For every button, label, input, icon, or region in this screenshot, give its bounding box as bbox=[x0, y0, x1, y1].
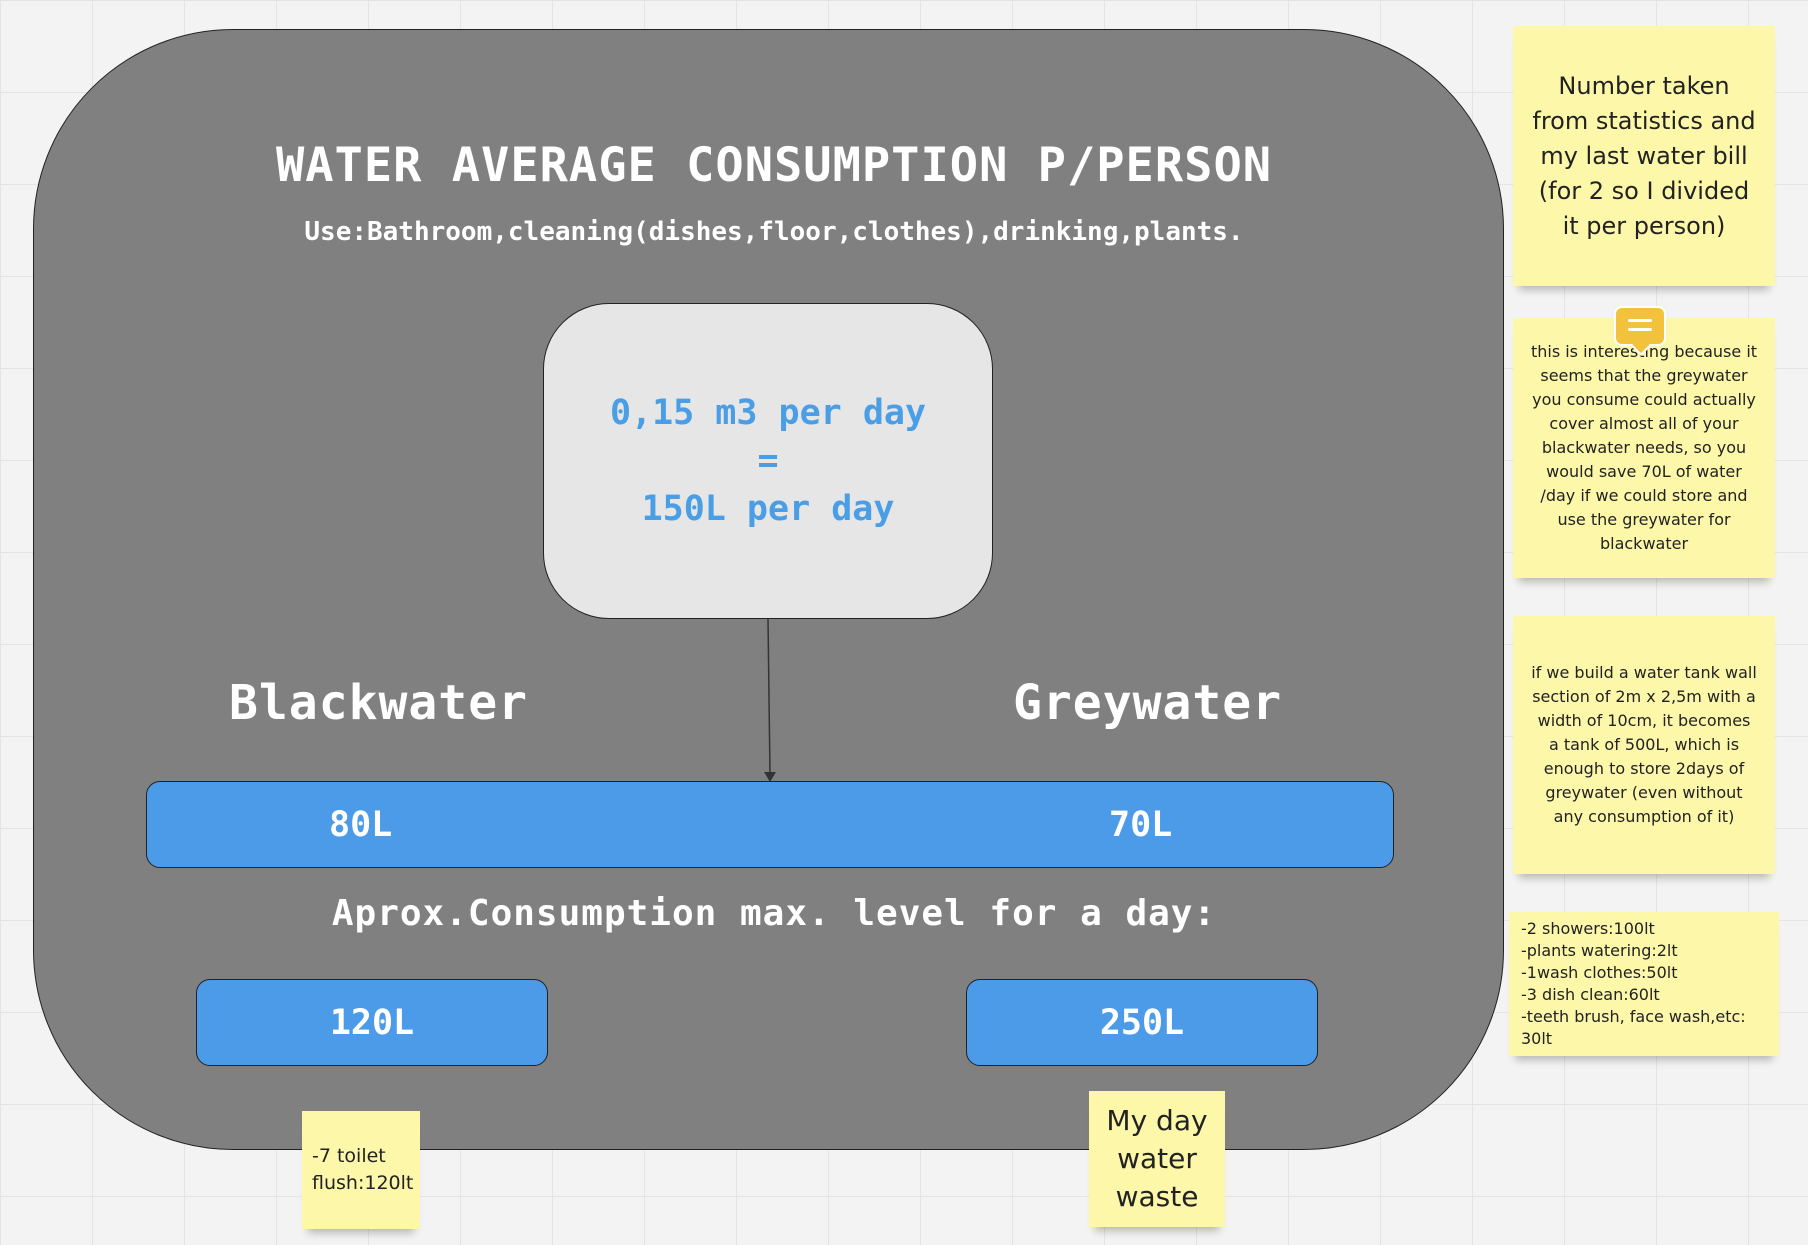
sticky-note-day-text: My day water waste bbox=[1106, 1104, 1208, 1213]
greywater-max-value: 250L bbox=[1099, 1002, 1185, 1043]
diagram-title: WATER AVERAGE CONSUMPTION P/PERSON bbox=[275, 138, 1273, 193]
sticky-note-day[interactable]: My day water waste bbox=[1089, 1091, 1225, 1227]
max-level-label: Aprox.Consumption max. level for a day: bbox=[331, 893, 1217, 934]
consumption-equals: = bbox=[757, 441, 779, 481]
comment-icon[interactable] bbox=[1614, 306, 1666, 346]
greywater-label: Greywater bbox=[1013, 675, 1283, 731]
sticky-note-tank[interactable]: if we build a water tank wall section of… bbox=[1513, 616, 1775, 874]
sticky-note-source-text: Number taken from statistics and my last… bbox=[1532, 71, 1756, 240]
greywater-value: 70L bbox=[1109, 804, 1173, 845]
consumption-m3: 0,15 m3 per day bbox=[609, 393, 927, 433]
blackwater-max-value: 120L bbox=[329, 1002, 415, 1043]
blackwater-value: 80L bbox=[329, 804, 393, 845]
sticky-note-toilet-text: -7 toilet flush:120lt bbox=[312, 1145, 414, 1194]
sticky-note-breakdown[interactable]: -2 showers:100lt -plants watering:2lt -1… bbox=[1509, 912, 1779, 1056]
diagram-subtitle: Use:Bathroom,cleaning(dishes,floor,cloth… bbox=[304, 217, 1244, 247]
daily-consumption-box[interactable]: 0,15 m3 per day = 150L per day bbox=[543, 303, 993, 619]
blackwater-max-bar[interactable]: 120L bbox=[196, 979, 548, 1066]
sticky-note-breakdown-text: -2 showers:100lt -plants watering:2lt -1… bbox=[1521, 919, 1746, 1048]
sticky-note-toilet[interactable]: -7 toilet flush:120lt bbox=[302, 1111, 420, 1229]
sticky-note-tank-text: if we build a water tank wall section of… bbox=[1531, 663, 1757, 826]
sticky-note-source[interactable]: Number taken from statistics and my last… bbox=[1513, 26, 1775, 286]
consumption-liters: 150L per day bbox=[641, 489, 895, 529]
split-bar[interactable]: 80L 70L bbox=[146, 781, 1394, 868]
greywater-max-bar[interactable]: 250L bbox=[966, 979, 1318, 1066]
sticky-note-interesting-text: this is interesting because it seems tha… bbox=[1530, 342, 1758, 553]
sticky-note-interesting[interactable]: this is interesting because it seems tha… bbox=[1513, 318, 1775, 578]
blackwater-label: Blackwater bbox=[229, 675, 528, 731]
